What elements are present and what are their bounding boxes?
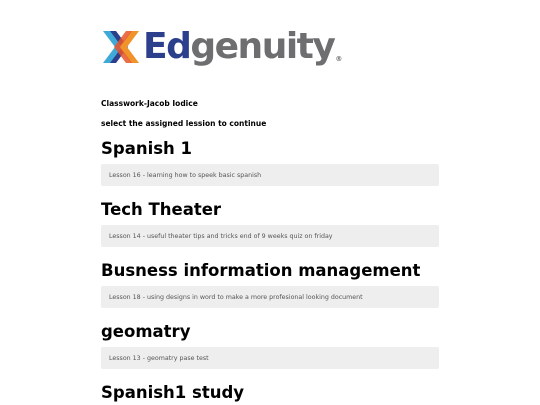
lesson-link[interactable]: Lesson 18 - using designs in word to mak…: [101, 286, 439, 308]
classwork-label: Classwork-Jacob Iodice: [101, 99, 198, 108]
course-title: Tech Theater: [101, 200, 222, 219]
course-section: geomatry Lesson 13 - geomatry pase test: [101, 322, 439, 369]
course-section: Busness information management Lesson 18…: [101, 261, 439, 308]
edgenuity-x-logo-icon: [103, 31, 139, 63]
lesson-link[interactable]: Lesson 13 - geomatry pase test: [101, 347, 439, 369]
course-section: Tech Theater Lesson 14 - useful theater …: [101, 200, 439, 247]
instruction-text: select the assigned lession to continue: [101, 119, 267, 128]
lesson-link[interactable]: Lesson 16 - learning how to speek basic …: [101, 164, 439, 186]
course-section: Spanish1 study: [101, 383, 439, 403]
course-title: Spanish1 study: [101, 383, 245, 402]
edgenuity-logo: Edgenuity®: [101, 24, 342, 70]
course-title: geomatry: [101, 322, 191, 341]
course-title: Spanish 1: [101, 139, 193, 158]
course-title: Busness information management: [101, 261, 421, 280]
lesson-link[interactable]: Lesson 14 - useful theater tips and tric…: [101, 225, 439, 247]
edgenuity-wordmark: Edgenuity®: [143, 26, 342, 67]
course-section: Spanish 1 Lesson 16 - learning how to sp…: [101, 139, 439, 186]
